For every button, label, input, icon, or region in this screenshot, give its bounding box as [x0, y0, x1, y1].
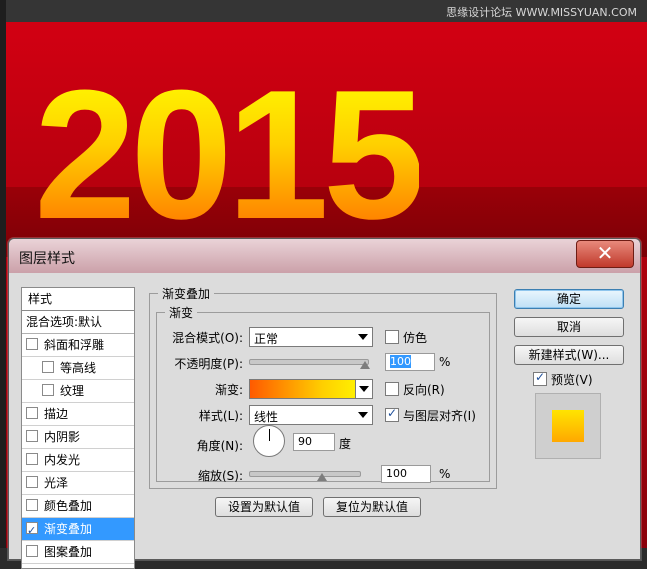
dither-label: 仿色 [403, 331, 428, 345]
style-item-label: 内阴影 [44, 430, 81, 444]
style-item-label: 渐变叠加 [44, 522, 93, 536]
style-item-label: 光泽 [44, 476, 69, 490]
new-style-button[interactable]: 新建样式(W)... [514, 345, 624, 365]
dither-checkbox[interactable]: 仿色 [385, 329, 427, 346]
close-icon: ✕ [596, 241, 614, 265]
chevron-down-icon[interactable] [355, 380, 372, 398]
ok-button[interactable]: 确定 [514, 289, 624, 309]
style-item-label: 纹理 [60, 384, 85, 398]
opacity-value: 100 [390, 355, 411, 368]
percent-sign: % [439, 355, 451, 369]
blend-options-item[interactable]: 混合选项:默认 [22, 311, 134, 334]
checkbox[interactable] [26, 520, 38, 542]
opacity-slider[interactable] [249, 359, 369, 365]
style-item-label: 等高线 [60, 361, 97, 375]
checkbox[interactable] [26, 407, 38, 419]
checkbox[interactable] [26, 476, 38, 488]
scale-label: 缩放(S): [197, 469, 243, 483]
checkbox[interactable] [42, 361, 54, 373]
style-item-satin[interactable]: 光泽 [22, 472, 134, 495]
style-item-label: 图案叠加 [44, 545, 93, 559]
reverse-label: 反向(R) [403, 383, 445, 397]
style-item-texture[interactable]: 纹理 [22, 380, 134, 403]
align-label: 与图层对齐(I) [403, 409, 476, 423]
chevron-down-icon [358, 412, 368, 418]
preview-checkbox[interactable]: 预览(V) [533, 370, 593, 388]
style-item-stroke[interactable]: 描边 [22, 403, 134, 426]
angle-value: 90 [298, 435, 312, 448]
gradient-label: 渐变: [214, 383, 243, 397]
opacity-slider-thumb[interactable] [360, 361, 370, 369]
checkbox-box[interactable] [385, 382, 399, 396]
style-item-label: 斜面和浮雕 [44, 338, 105, 352]
top-strip: 思缘设计论坛 WWW.MISSYUAN.COM [0, 0, 647, 22]
checkbox[interactable] [26, 499, 38, 511]
style-item-inner-shadow[interactable]: 内阴影 [22, 426, 134, 449]
checkbox-box[interactable] [533, 370, 547, 386]
cancel-button[interactable]: 取消 [514, 317, 624, 337]
style-select[interactable]: 线性 [249, 405, 373, 425]
style-item-label: 描边 [44, 407, 69, 421]
gradient-picker[interactable] [249, 379, 373, 399]
blend-mode-value: 正常 [254, 332, 279, 346]
gradient-subgroup: 渐变 混合模式(O): 正常 仿色 不透明度(P): 100 % 渐变: 反向(… [156, 304, 490, 483]
dialog-body: 样式 混合选项:默认 斜面和浮雕 等高线 纹理 描边 内阴影 内发光 光泽 颜色… [9, 273, 640, 569]
checkbox-box[interactable] [385, 406, 399, 422]
set-default-button[interactable]: 设置为默认值 [215, 497, 313, 517]
style-item-label: 内发光 [44, 453, 81, 467]
style-item-bevel[interactable]: 斜面和浮雕 [22, 334, 134, 357]
align-layer-checkbox[interactable]: 与图层对齐(I) [385, 406, 476, 424]
opacity-label: 不透明度(P): [174, 357, 243, 371]
scale-input[interactable]: 100 [381, 465, 431, 483]
styles-header[interactable]: 样式 [22, 288, 134, 311]
style-item-label: 颜色叠加 [44, 499, 93, 513]
year-text: 2015 [34, 51, 425, 257]
checkbox[interactable] [42, 384, 54, 396]
dialog-title: 图层样式 [19, 251, 75, 267]
opacity-input[interactable]: 100 [385, 353, 435, 371]
close-button[interactable]: ✕ [576, 240, 634, 268]
style-item-inner-glow[interactable]: 内发光 [22, 449, 134, 472]
scale-value: 100 [386, 467, 407, 480]
angle-unit: 度 [339, 437, 352, 451]
chevron-down-icon [358, 334, 368, 340]
checkbox-box[interactable] [385, 330, 399, 344]
preview-swatch [552, 410, 584, 442]
reverse-checkbox[interactable]: 反向(R) [385, 381, 445, 398]
style-item-gradient-overlay[interactable]: 渐变叠加 [22, 518, 134, 542]
checkbox[interactable] [26, 453, 38, 465]
percent-sign: % [439, 467, 451, 481]
blend-mode-select[interactable]: 正常 [249, 327, 373, 347]
preview-label: 预览(V) [551, 373, 593, 387]
angle-input[interactable]: 90 [293, 433, 335, 451]
dialog-titlebar[interactable]: 图层样式 ✕ [9, 239, 640, 273]
style-label: 样式(L): [198, 409, 243, 423]
style-preview [535, 393, 601, 459]
styles-list: 样式 混合选项:默认 斜面和浮雕 等高线 纹理 描边 内阴影 内发光 光泽 颜色… [21, 287, 135, 569]
scale-slider-thumb[interactable] [317, 473, 327, 481]
style-item-contour[interactable]: 等高线 [22, 357, 134, 380]
group-title: 渐变叠加 [158, 285, 215, 302]
blend-mode-label: 混合模式(O): [172, 331, 243, 345]
checkbox[interactable] [26, 430, 38, 442]
gradient-overlay-group: 渐变叠加 渐变 混合模式(O): 正常 仿色 不透明度(P): 100 % 渐变… [149, 285, 497, 489]
left-panel-edge [0, 0, 6, 548]
style-item-pattern-overlay[interactable]: 图案叠加 [22, 541, 134, 564]
scale-slider[interactable] [249, 471, 361, 477]
checkbox[interactable] [26, 545, 38, 557]
angle-dial[interactable] [253, 425, 285, 457]
checkbox[interactable] [26, 338, 38, 350]
style-value: 线性 [254, 410, 279, 424]
subgroup-title: 渐变 [165, 304, 198, 321]
style-item-color-overlay[interactable]: 颜色叠加 [22, 495, 134, 518]
layer-style-dialog: 图层样式 ✕ 样式 混合选项:默认 斜面和浮雕 等高线 纹理 描边 内阴影 内发… [8, 238, 641, 569]
angle-label: 角度(N): [196, 439, 243, 453]
reset-default-button[interactable]: 复位为默认值 [323, 497, 421, 517]
watermark: 思缘设计论坛 WWW.MISSYUAN.COM [446, 6, 637, 19]
